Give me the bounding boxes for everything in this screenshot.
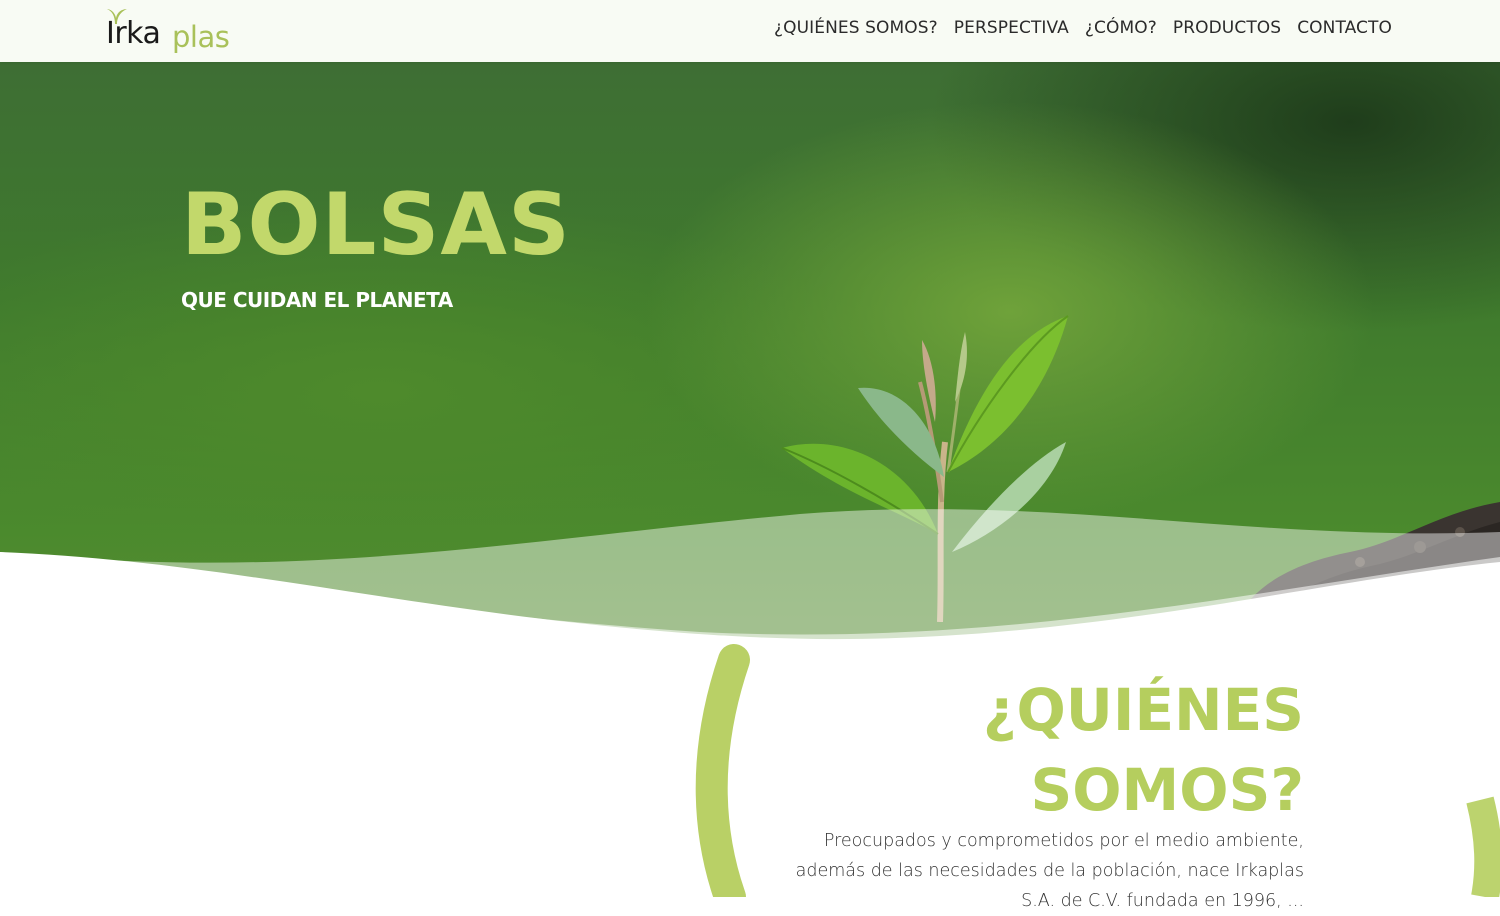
hero-title: BOLSAS — [181, 175, 571, 275]
about-title: ¿QUIÉNES SOMOS? — [983, 670, 1304, 830]
nav-perspectiva[interactable]: PERSPECTIVA — [954, 18, 1069, 38]
logo-plas: plas — [172, 20, 230, 54]
nav-productos[interactable]: PRODUCTOS — [1173, 18, 1281, 38]
hero-subtitle: QUE CUIDAN EL PLANETA — [181, 288, 453, 312]
nav-contacto[interactable]: CONTACTO — [1297, 18, 1392, 38]
about-text: Preocupados y comprometidos por el medio… — [795, 831, 1304, 911]
site-header: Irka plas ¿QUIÉNES SOMOS? PERSPECTIVA ¿C… — [0, 0, 1500, 62]
nav-como[interactable]: ¿CÓMO? — [1085, 18, 1157, 38]
hero-section: BOLSAS QUE CUIDAN EL PLANETA — [0, 62, 1500, 652]
nav-quienes-somos[interactable]: ¿QUIÉNES SOMOS? — [774, 18, 938, 38]
hero-wave-divider — [0, 509, 1500, 652]
logo-irka: Irka — [106, 16, 161, 51]
about-title-line1: ¿QUIÉNES — [982, 676, 1304, 744]
about-title-line2: SOMOS? — [1030, 756, 1304, 824]
logo[interactable]: Irka plas — [106, 6, 246, 54]
main-nav: ¿QUIÉNES SOMOS? PERSPECTIVA ¿CÓMO? PRODU… — [774, 18, 1392, 38]
